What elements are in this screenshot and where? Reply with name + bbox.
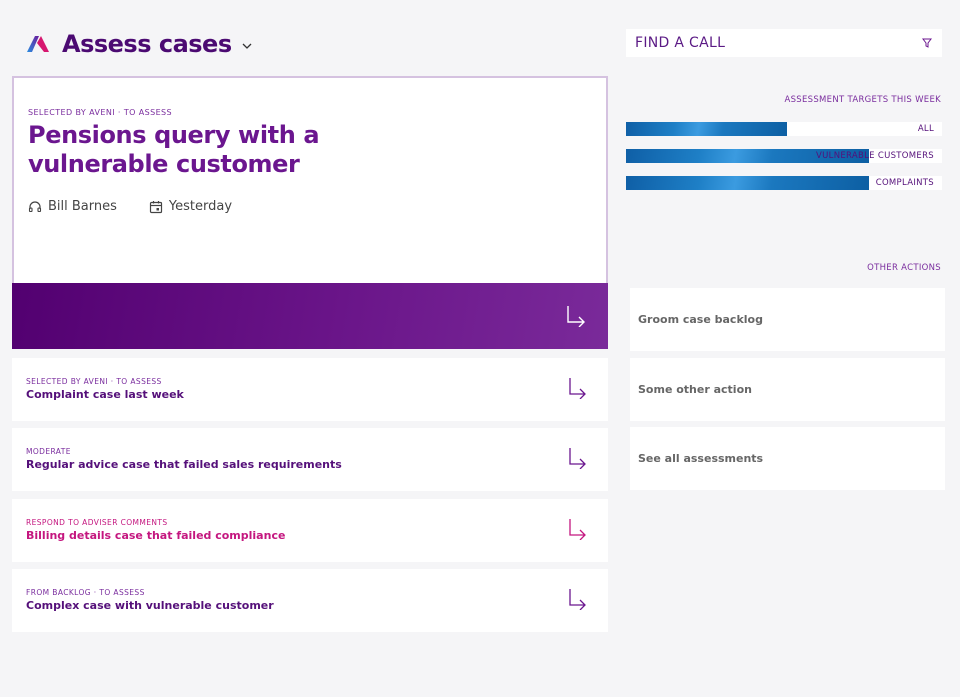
- search-input[interactable]: [635, 35, 922, 51]
- case-title: Complaint case last week: [26, 388, 184, 401]
- case-date: Yesterday: [168, 199, 233, 214]
- arrow-down-right-icon[interactable]: [568, 518, 586, 540]
- other-actions-heading: OTHER ACTIONS: [867, 263, 941, 273]
- groom-backlog-button[interactable]: Groom case backlog: [630, 288, 945, 351]
- targets-heading: ASSESSMENT TARGETS THIS WEEK: [784, 95, 941, 105]
- target-bar-vulnerable[interactable]: VULNERABLE CUSTOMERS: [626, 149, 942, 163]
- case-item[interactable]: RESPOND TO ADVISER COMMENTS Billing deta…: [12, 499, 608, 562]
- featured-case-kicker: SELECTED BY AVENI · TO ASSESS: [28, 108, 172, 117]
- arrow-down-right-icon[interactable]: [568, 377, 586, 399]
- featured-case-meta: Bill Barnes Yesterday: [28, 199, 592, 214]
- case-kicker: SELECTED BY AVENI · TO ASSESS: [26, 377, 162, 386]
- featured-case-body: SELECTED BY AVENI · TO ASSESS Pensions q…: [12, 76, 608, 284]
- target-bar-fill: [626, 176, 870, 190]
- featured-case-card[interactable]: SELECTED BY AVENI · TO ASSESS Pensions q…: [12, 76, 608, 349]
- featured-case-title: Pensions query with a vulnerable custome…: [28, 121, 320, 178]
- agent-meta: Bill Barnes: [28, 199, 117, 214]
- case-title: Complex case with vulnerable customer: [26, 599, 274, 612]
- case-kicker: MODERATE: [26, 447, 71, 456]
- aveni-logo-icon: [27, 36, 49, 52]
- find-a-call-search[interactable]: [626, 29, 942, 57]
- arrow-down-right-icon[interactable]: [568, 447, 586, 469]
- target-label: COMPLAINTS: [875, 178, 934, 188]
- calendar-icon: [149, 200, 163, 213]
- case-kicker: RESPOND TO ADVISER COMMENTS: [26, 518, 168, 527]
- headset-icon: [28, 200, 42, 212]
- filter-icon[interactable]: [922, 38, 932, 48]
- agent-name: Bill Barnes: [48, 199, 117, 214]
- target-bar-all[interactable]: ALL: [626, 122, 942, 136]
- chevron-down-icon[interactable]: [242, 41, 252, 51]
- case-item[interactable]: FROM BACKLOG · TO ASSESS Complex case wi…: [12, 569, 608, 632]
- case-item[interactable]: SELECTED BY AVENI · TO ASSESS Complaint …: [12, 358, 608, 421]
- arrow-down-right-icon[interactable]: [568, 588, 586, 610]
- case-title: Regular advice case that failed sales re…: [26, 458, 342, 471]
- case-kicker: FROM BACKLOG · TO ASSESS: [26, 588, 145, 597]
- page-title: Assess cases: [62, 30, 232, 58]
- other-action-button[interactable]: Some other action: [630, 358, 945, 421]
- target-label: ALL: [917, 124, 934, 134]
- target-bar-complaints[interactable]: COMPLAINTS: [626, 176, 942, 190]
- arrow-down-right-icon: [567, 306, 585, 327]
- see-all-assessments-button[interactable]: See all assessments: [630, 427, 945, 490]
- target-bar-fill: [626, 122, 788, 136]
- page-header: Assess cases: [26, 28, 252, 60]
- target-label: VULNERABLE CUSTOMERS: [816, 151, 934, 161]
- case-title: Billing details case that failed complia…: [26, 529, 286, 542]
- case-item[interactable]: MODERATE Regular advice case that failed…: [12, 428, 608, 491]
- open-featured-case-button[interactable]: [12, 283, 608, 349]
- date-meta: Yesterday: [149, 199, 232, 214]
